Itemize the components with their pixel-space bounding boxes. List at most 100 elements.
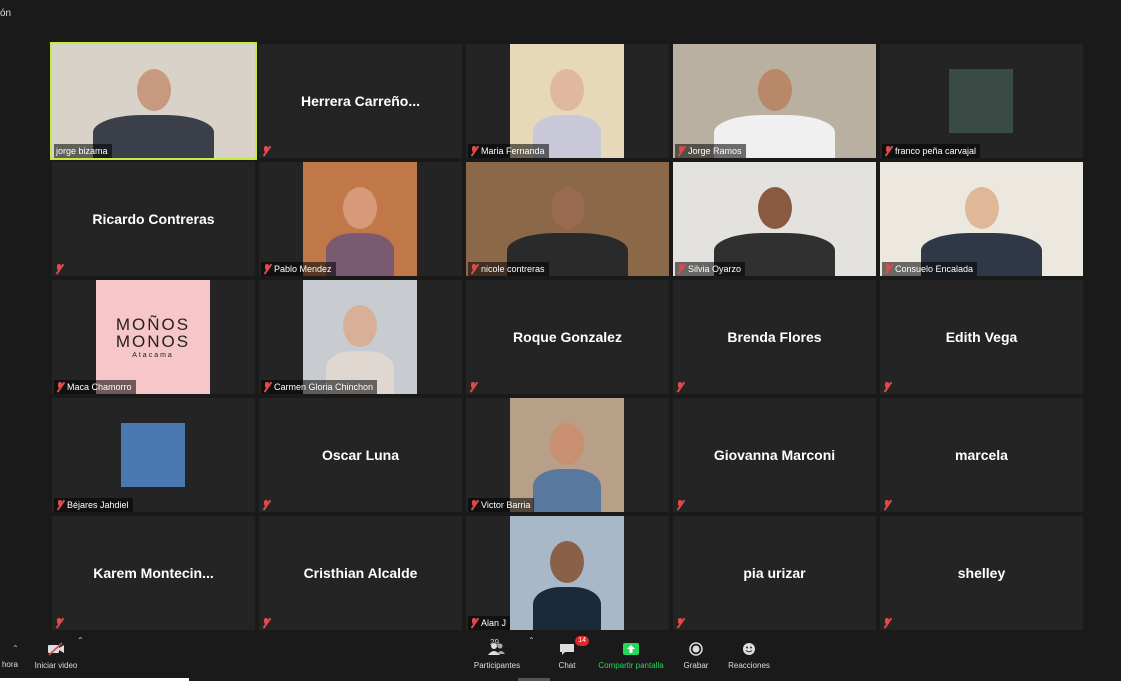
participant-tile-nicole-contreras[interactable]: nicole contreras	[466, 162, 669, 276]
record-label: Grabar	[683, 661, 709, 670]
participant-name: pia urizar	[743, 565, 806, 581]
participants-count: 29	[490, 638, 499, 647]
participant-tile-jorge-ramos[interactable]: Jorge Ramos	[673, 44, 876, 158]
participant-tile-pia-urizar[interactable]: pia urizar	[673, 516, 876, 630]
person-face	[550, 423, 584, 466]
person-body	[532, 586, 602, 630]
participant-tile-giovanna-marconi[interactable]: Giovanna Marconi	[673, 398, 876, 512]
participant-tile-karem-montecin[interactable]: Karem Montecin...	[52, 516, 255, 630]
share-screen-button[interactable]: Compartir pantalla	[597, 640, 665, 670]
person-face	[550, 69, 584, 112]
participant-tile-carmen-gloria-chinchon[interactable]: Carmen Gloria Chinchon	[259, 280, 462, 394]
profile-picture	[949, 69, 1013, 133]
participant-tile-maria-fernanda[interactable]: Maria Fernanda	[466, 44, 669, 158]
participant-tile-victor-barria[interactable]: Victor Barria	[466, 398, 669, 512]
participant-tile-cristhian-alcalde[interactable]: Cristhian Alcalde	[259, 516, 462, 630]
muted-mic-icon	[55, 618, 64, 628]
muted-mic-icon	[262, 500, 271, 510]
muted-mic-icon	[883, 618, 892, 628]
chat-badge: 14	[575, 636, 589, 646]
video-feed	[466, 162, 669, 276]
video-feed	[673, 162, 876, 276]
video-options-chevron-icon[interactable]: ⌃	[77, 636, 84, 645]
muted-mic-icon	[262, 618, 271, 628]
record-button[interactable]: Grabar	[681, 640, 711, 670]
muted-mic-icon	[470, 618, 479, 628]
participant-tile-edith-vega[interactable]: Edith Vega	[880, 280, 1083, 394]
participants-button[interactable]: 29 Participantes	[470, 638, 524, 670]
muted-mic-icon	[263, 382, 272, 392]
participant-name: Oscar Luna	[321, 447, 400, 463]
participant-label: Carmen Gloria Chinchon	[261, 380, 378, 394]
participant-label: Maria Fernanda	[468, 144, 549, 158]
participant-label: Victor Barria	[468, 498, 535, 512]
participant-tile-ricardo-contreras[interactable]: Ricardo Contreras	[52, 162, 255, 276]
audio-button-partial[interactable]: ⌃ hora	[0, 640, 20, 669]
participant-tile-roque-gonzalez[interactable]: Roque Gonzalez	[466, 280, 669, 394]
video-feed	[510, 44, 624, 158]
reactions-label: Reacciones	[728, 661, 770, 670]
chevron-up-icon[interactable]: ⌃	[12, 644, 19, 653]
participant-label: franco peña carvajal	[882, 144, 981, 158]
muted-mic-icon	[884, 264, 893, 274]
participant-name: Herrera Carreño...	[300, 93, 421, 109]
share-screen-label: Compartir pantalla	[598, 661, 664, 670]
participant-tile-brenda-flores[interactable]: Brenda Flores	[673, 280, 876, 394]
participant-tile-pablo-mendez[interactable]: Pablo Mendez	[259, 162, 462, 276]
logo-subtitle: Atacama	[132, 351, 174, 359]
participant-name: shelley	[957, 565, 1006, 581]
participant-tile-oscar-luna[interactable]: Oscar Luna	[259, 398, 462, 512]
participant-name: Edith Vega	[945, 329, 1018, 345]
participant-name: jorge bizama	[56, 146, 108, 156]
video-feed	[673, 44, 876, 158]
logo-text: MONOS	[115, 331, 191, 351]
participant-tile-shelley[interactable]: shelley	[880, 516, 1083, 630]
participant-name: Consuelo Encalada	[895, 264, 974, 274]
person-body	[532, 468, 602, 512]
participant-tile-franco-pena-carvajal[interactable]: franco peña carvajal	[880, 44, 1083, 158]
participant-tile-alan-j[interactable]: Alan J	[466, 516, 669, 630]
meeting-toolbar: ⌃ hora Iniciar video ⌃ 29 Participantes …	[0, 632, 1121, 681]
muted-mic-icon	[262, 146, 271, 156]
participants-icon: 29	[470, 638, 524, 658]
participant-name: Béjares Jahdiel	[67, 500, 129, 510]
chat-label: Chat	[558, 661, 576, 670]
participant-name: Carmen Gloria Chinchon	[274, 382, 374, 392]
participant-tile-consuelo-encalada[interactable]: Consuelo Encalada	[880, 162, 1083, 276]
participant-tile-maca-chamorro[interactable]: MOÑOS MONOS Atacama Maca Chamorro	[52, 280, 255, 394]
person-face	[757, 69, 792, 112]
participant-name: Jorge Ramos	[688, 146, 742, 156]
participants-chevron-icon[interactable]: ⌃	[528, 636, 535, 645]
logo-text: MOÑOS	[115, 314, 191, 334]
person-face	[550, 187, 585, 230]
audio-label: hora	[1, 660, 18, 669]
chat-button[interactable]: 14 Chat	[553, 636, 589, 670]
video-feed	[52, 44, 255, 158]
participant-tile-bejares-jahdiel[interactable]: Béjares Jahdiel	[52, 398, 255, 512]
muted-mic-icon	[470, 146, 479, 156]
participant-label: jorge bizama	[54, 144, 112, 158]
start-video-label: Iniciar video	[34, 661, 78, 670]
participant-name: Ricardo Contreras	[92, 211, 215, 227]
muted-mic-icon	[55, 264, 64, 274]
muted-mic-icon	[884, 146, 893, 156]
muted-mic-icon	[469, 382, 478, 392]
participant-tile-jorge-bizama[interactable]: jorge bizama	[50, 42, 257, 160]
chat-icon: 14	[553, 636, 589, 658]
participant-tile-silvia-oyarzo[interactable]: Silvia Oyarzo	[673, 162, 876, 276]
participant-label: Maca Chamorro	[54, 380, 136, 394]
participant-name: Karem Montecin...	[93, 565, 214, 581]
start-video-button[interactable]: Iniciar video	[30, 640, 82, 670]
participants-label: Participantes	[473, 661, 521, 670]
video-feed	[510, 516, 624, 630]
record-icon	[681, 640, 711, 658]
participant-tile-herrera-carreno[interactable]: Herrera Carreño...	[259, 44, 462, 158]
participant-label: Consuelo Encalada	[882, 262, 978, 276]
participant-tile-marcela[interactable]: marcela	[880, 398, 1083, 512]
muted-mic-icon	[883, 500, 892, 510]
muted-mic-icon	[677, 264, 686, 274]
muted-mic-icon	[56, 500, 65, 510]
participant-name: Pablo Mendez	[274, 264, 332, 274]
reactions-button[interactable]: Reacciones	[727, 640, 771, 670]
participant-label: Jorge Ramos	[675, 144, 746, 158]
